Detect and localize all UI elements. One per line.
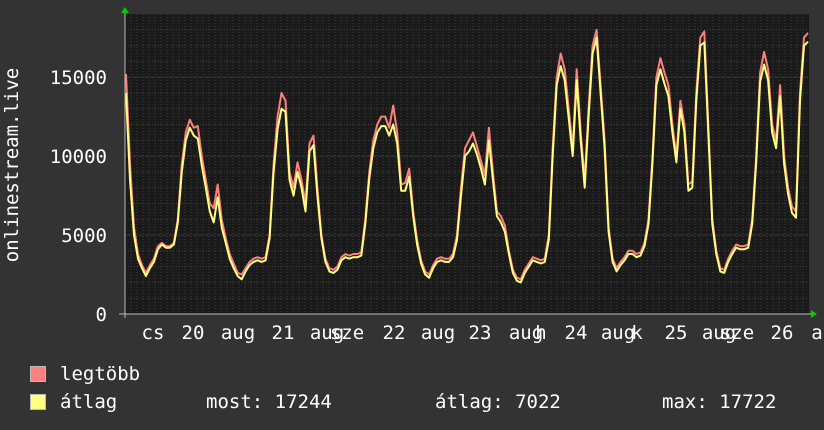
x-tick-label: k: [631, 322, 643, 344]
x-tick-label: cs: [142, 322, 165, 344]
x-tick-label: sze: [720, 322, 754, 344]
y-axis-arrow: [121, 7, 129, 13]
x-tick-label: 21: [272, 322, 295, 344]
x-tick-label: 23: [469, 322, 492, 344]
x-tick-label: aug: [421, 322, 455, 344]
x-tick-label: a: [811, 322, 822, 344]
y-tick-label: 15000: [50, 67, 107, 89]
legend-item-avg: átlag: [30, 391, 117, 413]
x-tick-label: aug: [221, 322, 255, 344]
y-tick-label: 0: [96, 304, 107, 326]
stat-avg: átlag: 7022: [435, 391, 561, 413]
y-tick-labels: 0 5000 10000 15000: [50, 67, 107, 326]
x-tick-labels: cs 20 aug 21 augsze 22 aug 23 augh 24 augk 25 augsze…: [142, 322, 823, 344]
x-tick-label: sze: [330, 322, 364, 344]
x-tick-label: 22: [383, 322, 406, 344]
x-tick-label: 26: [771, 322, 794, 344]
y-axis-label: onlinestream.live: [1, 68, 23, 262]
stat-max: max: 17722: [662, 391, 777, 413]
legend-item-max: legtöbb: [30, 363, 140, 385]
y-tick-label: 5000: [61, 225, 107, 247]
x-tick-label: h: [535, 322, 546, 344]
legend-label-max: legtöbb: [60, 363, 141, 385]
x-axis-arrow: [811, 310, 817, 318]
x-tick-label: aug: [601, 322, 635, 344]
legend-swatch-avg: [30, 394, 46, 410]
x-tick-label: 24: [565, 322, 588, 344]
x-tick-label: 25: [665, 322, 688, 344]
legend-swatch-max: [30, 366, 46, 382]
legend-label-avg: átlag: [60, 391, 118, 413]
stat-now: most: 17244: [206, 391, 332, 413]
x-tick-label: 20: [182, 322, 205, 344]
y-tick-label: 10000: [50, 146, 107, 168]
